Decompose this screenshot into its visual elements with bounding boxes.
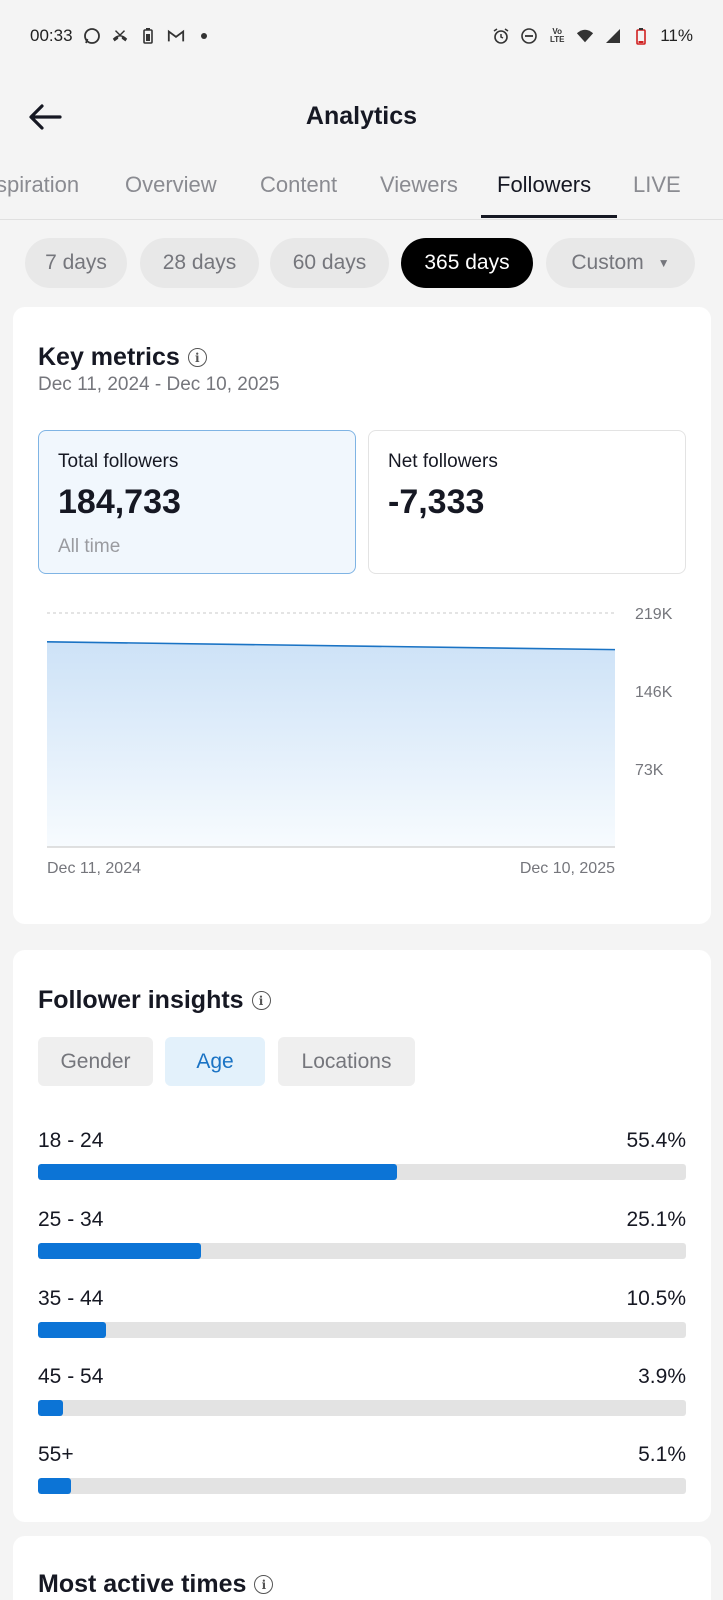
tab-viewers[interactable]: Viewers xyxy=(380,172,458,198)
age-row: 25 - 34 25.1% xyxy=(38,1208,686,1268)
info-icon[interactable]: i xyxy=(251,991,271,1010)
key-metrics-heading: Key metrics i xyxy=(38,343,207,372)
range-custom[interactable]: Custom ▼ xyxy=(546,238,695,288)
age-bar-track xyxy=(38,1478,686,1494)
page-title: Analytics xyxy=(305,102,418,130)
age-bar-track xyxy=(38,1164,686,1180)
alarm-icon xyxy=(492,27,510,45)
battery-icon xyxy=(632,27,650,45)
segment-age[interactable]: Age xyxy=(165,1037,265,1086)
x-tick-label: Dec 10, 2025 xyxy=(520,860,615,877)
gmail-icon xyxy=(167,27,185,45)
age-percent: 5.1% xyxy=(638,1443,686,1466)
net-followers-card[interactable]: Net followers -7,333 xyxy=(368,430,686,574)
total-followers-value: 184,733 xyxy=(58,483,181,521)
age-bar-fill xyxy=(38,1400,64,1416)
caret-down-icon: ▼ xyxy=(657,256,670,270)
age-percent: 3.9% xyxy=(638,1365,686,1388)
clock: 00:33 xyxy=(30,26,73,45)
info-icon[interactable]: i xyxy=(187,348,207,367)
follower-insights-title: Follower insights xyxy=(38,986,244,1014)
age-bar-fill xyxy=(38,1164,397,1180)
age-label: 45 - 54 xyxy=(38,1365,104,1388)
age-percent: 25.1% xyxy=(626,1208,686,1231)
most-active-times-heading: Most active times i xyxy=(38,1570,274,1599)
tab-followers[interactable]: Followers xyxy=(497,172,591,198)
info-icon[interactable]: i xyxy=(254,1575,274,1594)
whatsapp-icon xyxy=(83,27,101,45)
tab-inspiration[interactable]: spiration xyxy=(0,172,79,198)
key-metrics-card: Key metrics i Dec 11, 2024 - Dec 10, 202… xyxy=(13,307,711,924)
status-bar-right: Vo LTE 11% xyxy=(492,26,693,46)
age-bar-fill xyxy=(38,1478,72,1494)
key-metrics-title: Key metrics xyxy=(38,343,180,371)
y-tick-label: 73K xyxy=(635,762,664,779)
age-label: 18 - 24 xyxy=(38,1129,104,1152)
age-label: 25 - 34 xyxy=(38,1208,104,1231)
signal-icon xyxy=(604,27,622,45)
battery-saver-icon xyxy=(139,27,157,45)
age-percent: 55.4% xyxy=(626,1129,686,1152)
total-followers-subtext: All time xyxy=(58,536,121,557)
range-custom-label: Custom xyxy=(571,251,644,274)
area-fill xyxy=(47,641,615,847)
age-bar-fill xyxy=(38,1243,201,1259)
dot-icon xyxy=(195,27,213,45)
tab-bar: spiration Overview Content Viewers Follo… xyxy=(0,162,723,220)
followers-chart-svg: 219K 146K 73K Dec 11, 2024 Dec 10, 2025 xyxy=(46,606,673,877)
age-percent: 10.5% xyxy=(626,1287,686,1310)
total-followers-label: Total followers xyxy=(58,451,179,472)
tab-content[interactable]: Content xyxy=(260,172,337,198)
age-bar-track xyxy=(38,1322,686,1338)
range-60-days[interactable]: 60 days xyxy=(270,238,389,288)
segment-locations[interactable]: Locations xyxy=(278,1037,415,1086)
follower-insights-heading: Follower insights i xyxy=(38,986,271,1015)
followers-chart: 219K 146K 73K Dec 11, 2024 Dec 10, 2025 xyxy=(13,597,711,887)
x-tick-label: Dec 11, 2024 xyxy=(47,860,141,877)
do-not-disturb-icon xyxy=(520,27,538,45)
net-followers-label: Net followers xyxy=(388,451,498,472)
active-tab-indicator xyxy=(481,215,617,218)
missed-call-icon xyxy=(111,27,129,45)
date-range: Dec 11, 2024 - Dec 10, 2025 xyxy=(38,374,280,395)
age-row: 35 - 44 10.5% xyxy=(38,1287,686,1347)
most-active-times-title: Most active times xyxy=(38,1570,247,1598)
status-bar-left: 00:33 xyxy=(30,26,213,46)
age-bar-fill xyxy=(38,1322,107,1338)
age-row: 45 - 54 3.9% xyxy=(38,1365,686,1425)
range-365-days[interactable]: 365 days xyxy=(401,238,533,288)
age-label: 35 - 44 xyxy=(38,1287,104,1310)
range-7-days[interactable]: 7 days xyxy=(25,238,127,288)
range-28-days[interactable]: 28 days xyxy=(140,238,259,288)
wifi-icon xyxy=(576,27,594,45)
total-followers-card[interactable]: Total followers 184,733 All time xyxy=(38,430,356,574)
battery-percent: 11% xyxy=(660,26,693,45)
tab-live[interactable]: LIVE xyxy=(633,172,681,198)
tab-overview[interactable]: Overview xyxy=(125,172,217,198)
header: Analytics xyxy=(0,80,723,152)
net-followers-value: -7,333 xyxy=(388,483,485,521)
status-bar: 00:33 Vo LTE 11% xyxy=(0,0,723,72)
y-tick-label: 219K xyxy=(635,606,673,623)
follower-insights-card: Follower insights i Gender Age Locations… xyxy=(13,950,711,1522)
age-row: 18 - 24 55.4% xyxy=(38,1129,686,1189)
segment-gender[interactable]: Gender xyxy=(38,1037,153,1086)
age-bar-track xyxy=(38,1400,686,1416)
y-tick-label: 146K xyxy=(635,684,673,701)
volte-icon: Vo LTE xyxy=(549,27,565,44)
age-label: 55+ xyxy=(38,1443,74,1466)
most-active-times-card: Most active times i xyxy=(13,1536,711,1600)
age-bar-track xyxy=(38,1243,686,1259)
age-row: 55+ 5.1% xyxy=(38,1443,686,1503)
